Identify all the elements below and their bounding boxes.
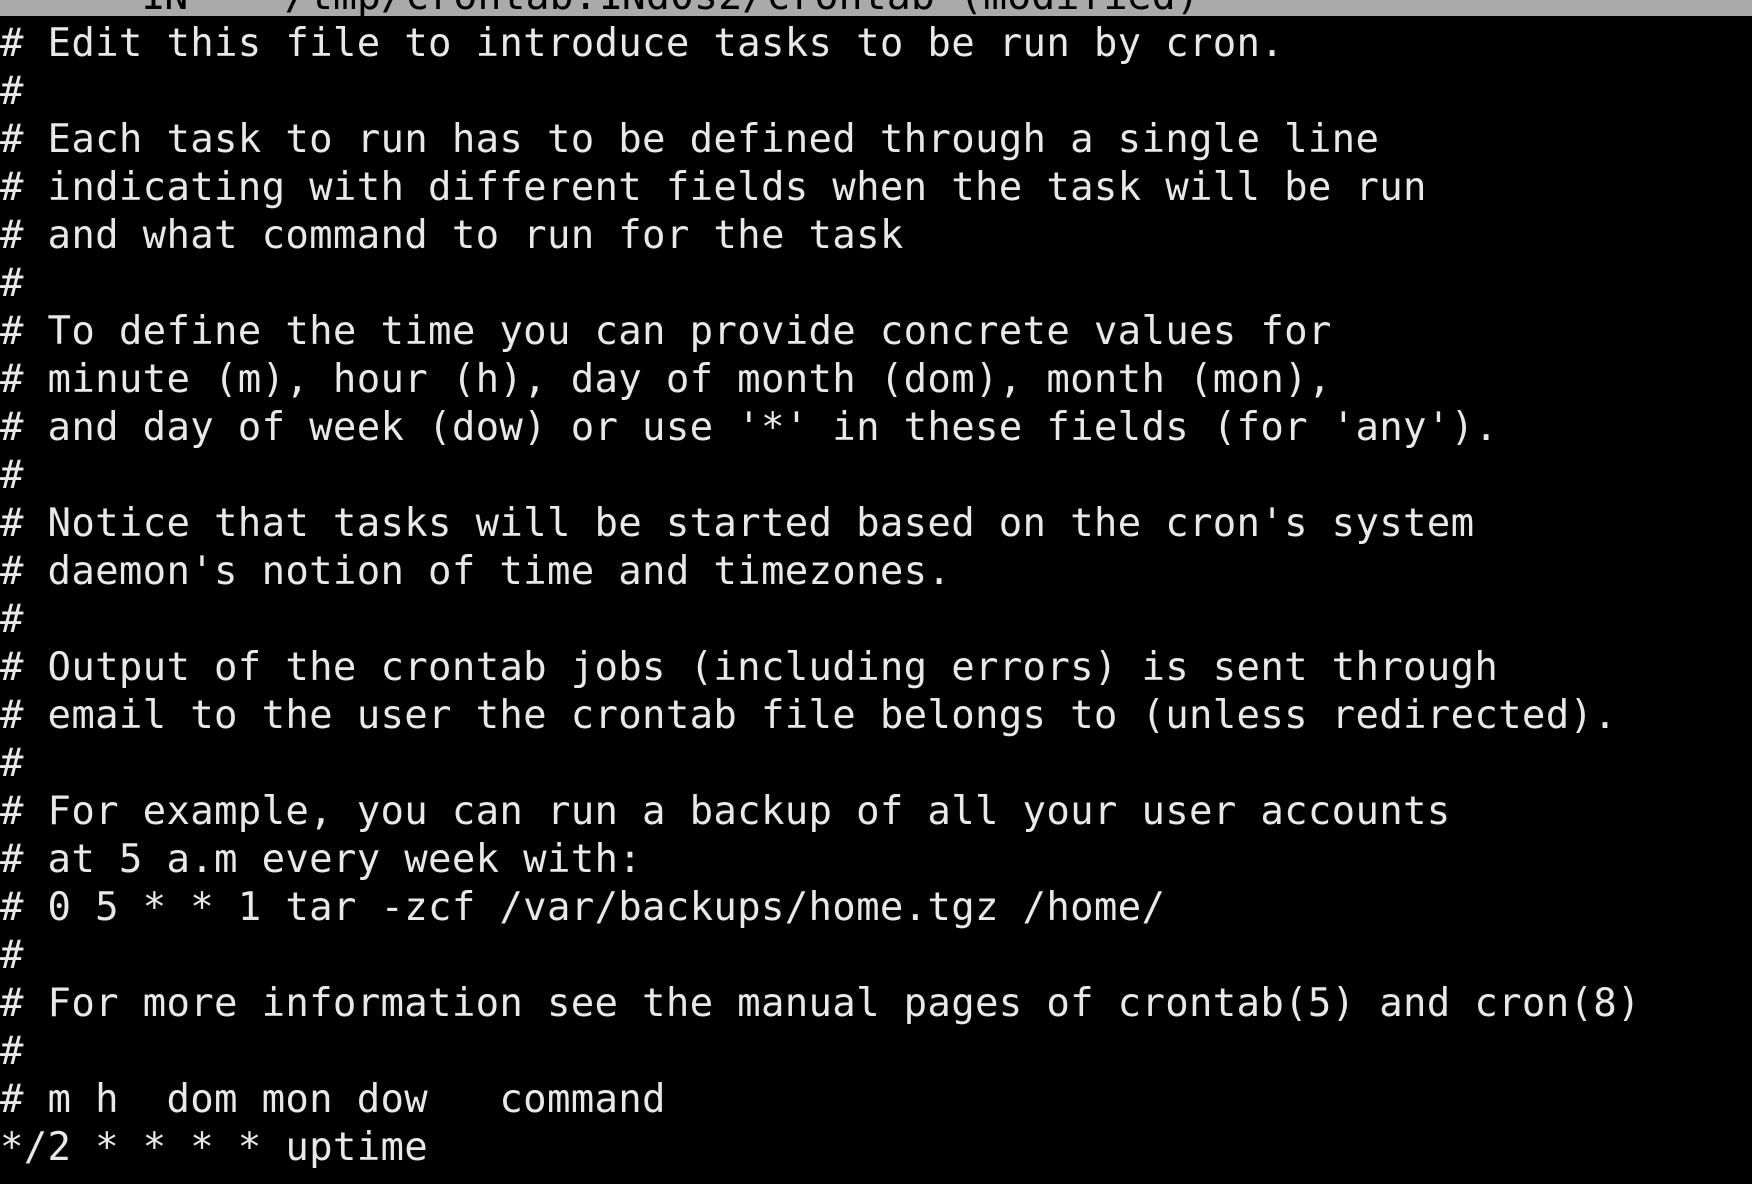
comment-line[interactable]: # For example, you can run a backup of a…: [0, 788, 1752, 836]
comment-line[interactable]: # Output of the crontab jobs (including …: [0, 644, 1752, 692]
comment-line[interactable]: # Notice that tasks will be started base…: [0, 500, 1752, 548]
comment-line[interactable]: # and day of week (dow) or use '*' in th…: [0, 404, 1752, 452]
comment-line[interactable]: # and what command to run for the task: [0, 212, 1752, 260]
editor-file-path: 1N /tmp/crontab.1Nd0s2/crontab (modified…: [92, 0, 1200, 16]
editor-title-bar: 1N /tmp/crontab.1Nd0s2/crontab (modified…: [0, 0, 1752, 16]
cron-job-line[interactable]: */2 * * * * uptime: [0, 1124, 1752, 1172]
comment-line[interactable]: #: [0, 740, 1752, 788]
comment-line[interactable]: # Each task to run has to be defined thr…: [0, 116, 1752, 164]
comment-line[interactable]: # For more information see the manual pa…: [0, 980, 1752, 1028]
comment-line[interactable]: # daemon's notion of time and timezones.: [0, 548, 1752, 596]
terminal-screen[interactable]: 1N /tmp/crontab.1Nd0s2/crontab (modified…: [0, 0, 1752, 1184]
comment-line[interactable]: #: [0, 260, 1752, 308]
comment-line[interactable]: #: [0, 452, 1752, 500]
comment-line[interactable]: # To define the time you can provide con…: [0, 308, 1752, 356]
comment-line[interactable]: #: [0, 68, 1752, 116]
header-comment-line[interactable]: # m h dom mon dow command: [0, 1076, 1752, 1124]
comment-line[interactable]: #: [0, 932, 1752, 980]
comment-line[interactable]: # at 5 a.m every week with:: [0, 836, 1752, 884]
comment-line[interactable]: # email to the user the crontab file bel…: [0, 692, 1752, 740]
comment-line[interactable]: # Edit this file to introduce tasks to b…: [0, 20, 1752, 68]
crontab-editor[interactable]: # Edit this file to introduce tasks to b…: [0, 20, 1752, 1184]
comment-line[interactable]: # indicating with different fields when …: [0, 164, 1752, 212]
comment-line[interactable]: #: [0, 596, 1752, 644]
comment-line[interactable]: #: [0, 1028, 1752, 1076]
comment-line[interactable]: # 0 5 * * 1 tar -zcf /var/backups/home.t…: [0, 884, 1752, 932]
comment-line[interactable]: # minute (m), hour (h), day of month (do…: [0, 356, 1752, 404]
